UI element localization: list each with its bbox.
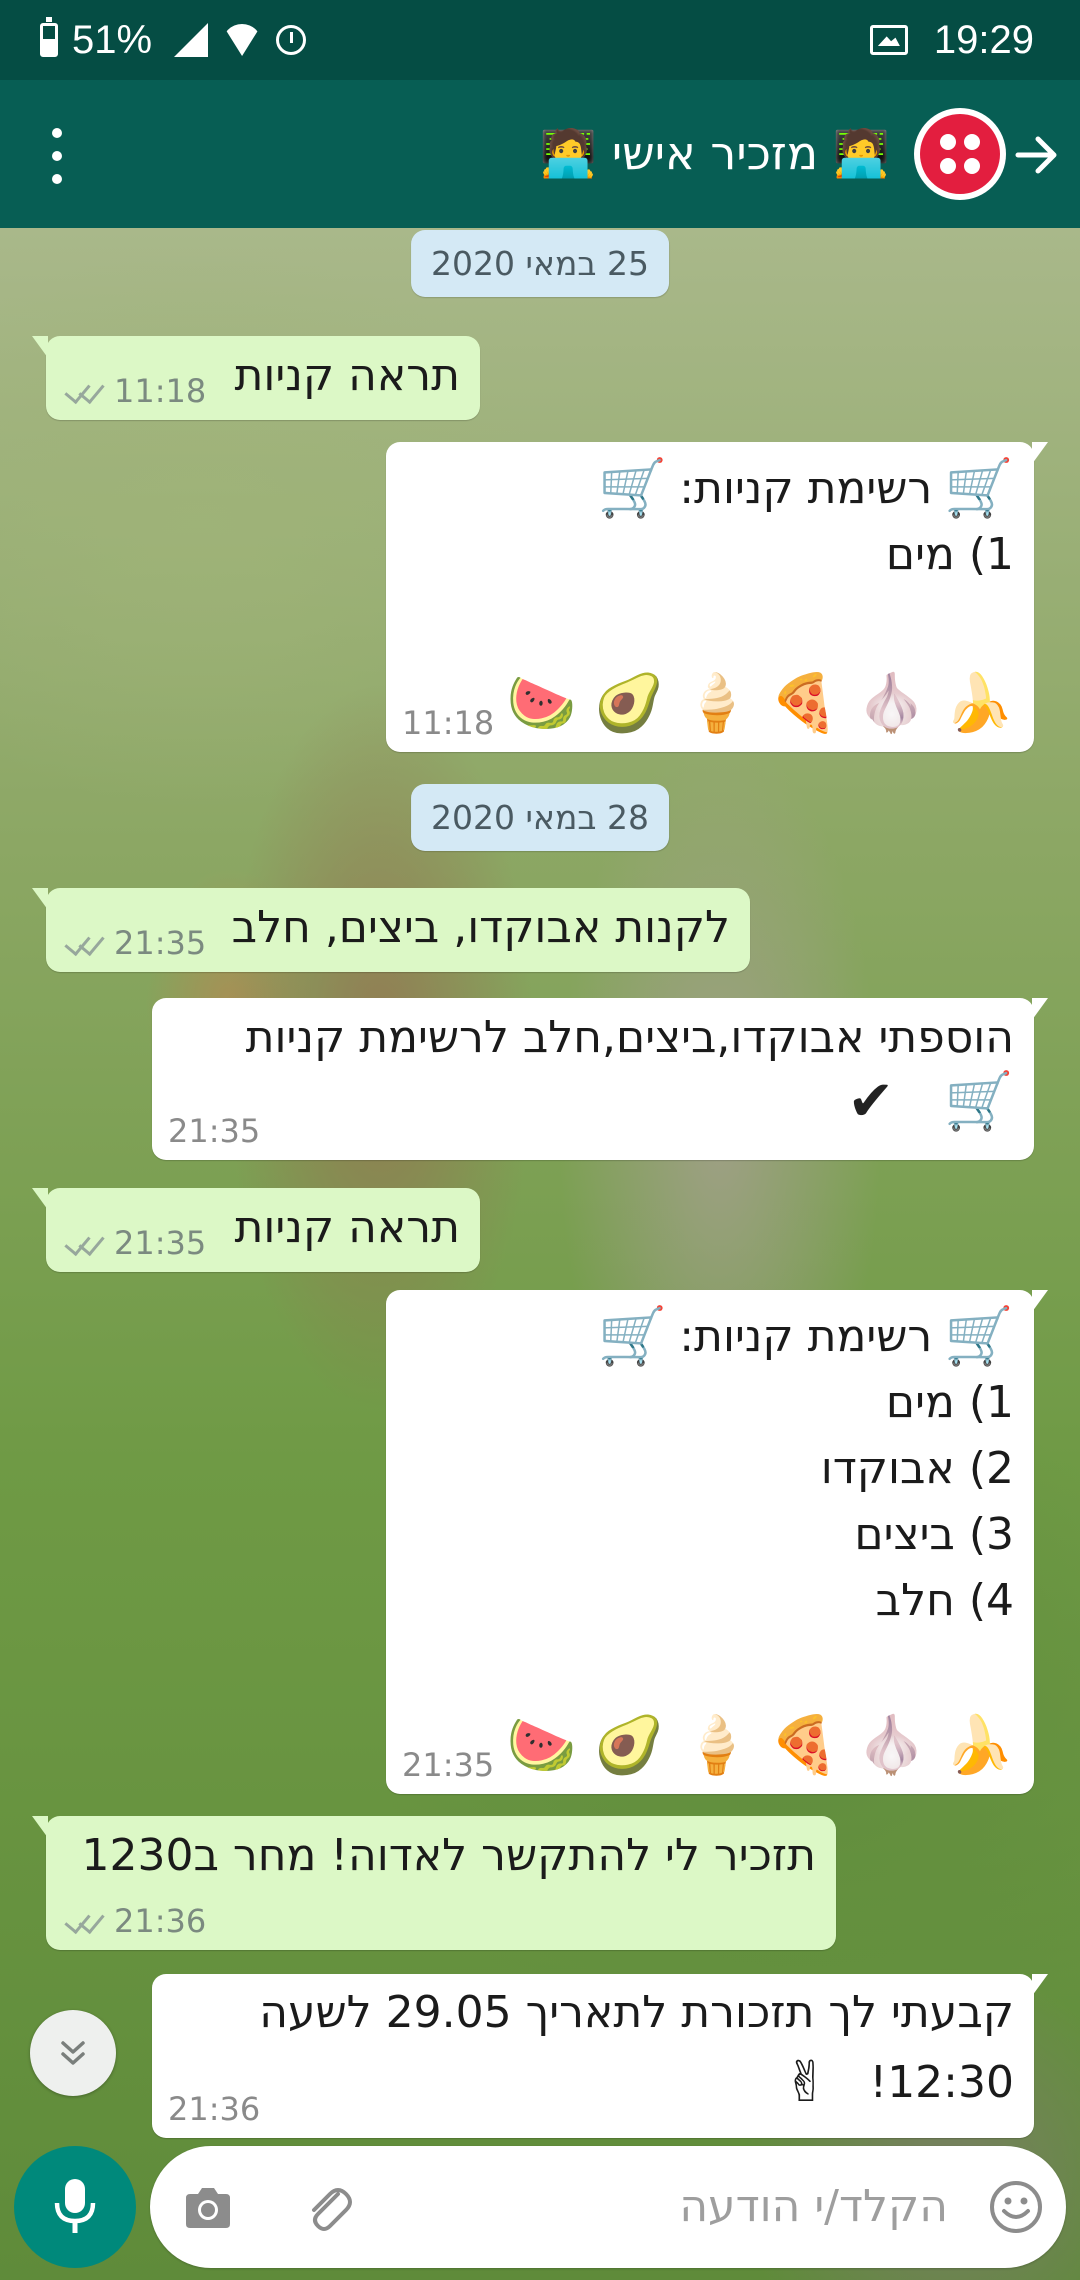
- chat-title[interactable]: 🧑‍💻 מזכיר אישי 🧑‍💻: [540, 118, 890, 188]
- date-chip: 28 במאי 2020: [411, 784, 669, 851]
- cart-emoji: 🛒: [944, 456, 1014, 521]
- check-mark-icon: ✔: [847, 1069, 895, 1134]
- message-outgoing[interactable]: תראה קניות 11:18: [32, 336, 480, 420]
- message-incoming[interactable]: 🛒 רשימת קניות: 🛒 1) מים 2) אבוקדו 3) ביצ…: [386, 1290, 1048, 1794]
- emoji-row: 🍌 🧄 🍕 🍦 🥑 🍉: [506, 671, 1014, 736]
- battery-icon: [40, 17, 58, 57]
- chat-header: 🧑‍💻 מזכיר אישי 🧑‍💻: [0, 80, 1080, 228]
- message-incoming[interactable]: 🛒 רשימת קניות: 🛒 1) מים 🍌 🧄 🍕 🍦 🥑 🍉 11:1…: [386, 442, 1048, 752]
- message-text: קבעתי לך תזכורת לתאריך 29.05 לשעה: [259, 1987, 1014, 2038]
- message-outgoing[interactable]: תזכיר לי להתקשר לאדוה! מחר ב1230 21:36: [32, 1816, 836, 1950]
- avatar[interactable]: [914, 108, 1006, 200]
- double-check-icon: [62, 377, 106, 405]
- status-bar: 51% 19:29: [0, 0, 1080, 80]
- clock: 19:29: [933, 17, 1034, 62]
- cart-emoji: 🛒: [944, 1304, 1014, 1369]
- message-outgoing[interactable]: לקנות אבוקדו, ביצים, חלב 21:35: [32, 888, 750, 972]
- message-time: 11:18: [114, 372, 207, 410]
- message-time: 21:35: [168, 1112, 261, 1150]
- double-check-icon: [62, 1229, 106, 1257]
- scroll-down-button[interactable]: [30, 2010, 116, 2096]
- list-item: 1) מים: [885, 529, 1014, 580]
- cart-emoji: 🛒: [597, 456, 668, 521]
- wifi-icon: [222, 24, 262, 56]
- message-list[interactable]: 25 במאי 2020 תראה קניות 11:18 🛒 רשימת קנ…: [0, 228, 1080, 2138]
- message-outgoing[interactable]: תראה קניות 21:35: [32, 1188, 480, 1272]
- list-item: 3) ביצים: [854, 1509, 1014, 1560]
- message-time: 11:18: [402, 704, 495, 742]
- battery-level: 51%: [72, 17, 153, 62]
- mic-button[interactable]: [14, 2146, 136, 2268]
- message-incoming[interactable]: הוספתי אבוקדו,ביצים,חלב לרשימת קניות 🛒 ✔…: [152, 998, 1048, 1160]
- message-input[interactable]: הקלד/י הודעה: [150, 2146, 1066, 2268]
- message-text: לקנות אבוקדו, ביצים, חלב: [231, 902, 730, 953]
- message-text: תזכיר לי להתקשר לאדוה! מחר ב1230: [81, 1830, 816, 1881]
- message-text: תראה קניות: [234, 1202, 460, 1253]
- list-title: רשימת קניות:: [679, 1311, 933, 1362]
- gallery-icon: [869, 25, 908, 55]
- message-time: 21:36: [114, 1902, 207, 1940]
- scroll-down-icon: [61, 2041, 85, 2065]
- double-check-icon: [62, 1907, 106, 1935]
- attach-icon[interactable]: [300, 2180, 356, 2236]
- emoji-row: 🍌 🧄 🍕 🍦 🥑 🍉: [506, 1713, 1014, 1778]
- message-text: 12:30!: [869, 2057, 1014, 2108]
- message-time: 21:35: [114, 1224, 207, 1262]
- message-time: 21:36: [168, 2090, 261, 2128]
- emoji-icon[interactable]: [988, 2179, 1044, 2235]
- message-text: תראה קניות: [234, 350, 460, 401]
- list-item: 4) חלב: [875, 1575, 1014, 1626]
- signal-icon: [174, 23, 209, 57]
- list-item: 1) מים: [885, 1377, 1014, 1428]
- date-chip: 25 במאי 2020: [411, 230, 669, 297]
- victory-hand-emoji: ✌: [782, 2050, 830, 2115]
- mic-icon: [54, 2179, 96, 2233]
- double-check-icon: [62, 929, 106, 957]
- menu-icon[interactable]: [42, 128, 72, 184]
- message-input-placeholder: הקלד/י הודעה: [679, 2181, 948, 2232]
- message-time: 21:35: [114, 924, 207, 962]
- message-incoming[interactable]: קבעתי לך תזכורת לתאריך 29.05 לשעה 12:30!…: [152, 1974, 1048, 2138]
- cart-emoji: 🛒: [944, 1069, 1014, 1134]
- list-title: רשימת קניות:: [679, 463, 933, 514]
- camera-icon[interactable]: [180, 2180, 236, 2236]
- back-arrow-icon[interactable]: [1012, 130, 1062, 180]
- message-text: הוספתי אבוקדו,ביצים,חלב לרשימת קניות: [245, 1012, 1014, 1063]
- cart-emoji: 🛒: [597, 1304, 668, 1369]
- alarm-icon: [276, 25, 307, 55]
- message-time: 21:35: [402, 1746, 495, 1784]
- list-item: 2) אבוקדו: [820, 1443, 1014, 1494]
